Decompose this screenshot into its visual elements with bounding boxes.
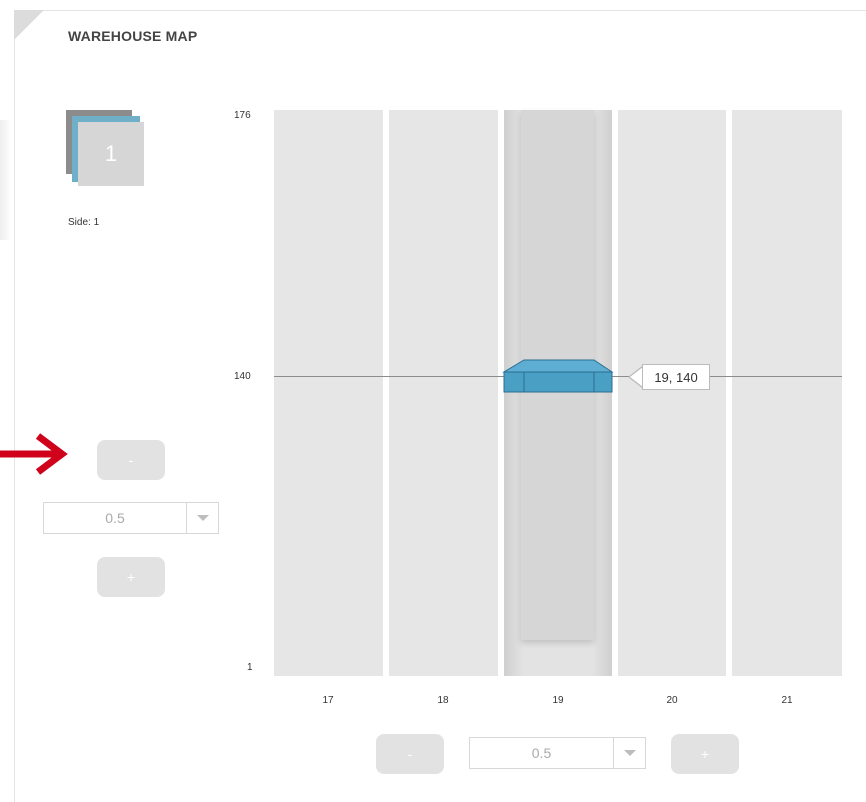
y-tick-label: 176: [234, 110, 251, 121]
left-zoom-plus-button[interactable]: +: [97, 557, 165, 597]
column-21[interactable]: [732, 110, 842, 676]
column-20[interactable]: [618, 110, 726, 676]
left-zoom-value: 0.5: [105, 510, 125, 526]
y-tick-label: 1: [247, 662, 253, 673]
bottom-zoom-value: 0.5: [531, 745, 552, 761]
bottom-zoom-select[interactable]: 0.5: [469, 737, 646, 769]
chevron-down-icon[interactable]: [613, 738, 645, 768]
y-tick-label: 140: [234, 371, 251, 382]
red-arrow-icon: [0, 433, 68, 475]
column-18[interactable]: [389, 110, 498, 676]
chevron-down-icon[interactable]: [186, 503, 218, 533]
left-zoom-minus-button[interactable]: -: [97, 440, 165, 480]
side-badge[interactable]: 1: [78, 122, 144, 186]
page-title: WAREHOUSE MAP: [68, 28, 198, 44]
side-label: Side: 1: [68, 217, 100, 228]
left-edge-shade: [0, 120, 12, 240]
x-tick-label: 20: [666, 695, 678, 706]
left-zoom-select[interactable]: 0.5: [43, 502, 219, 534]
x-tick-label: 17: [322, 695, 334, 706]
x-tick-label: 19: [552, 695, 564, 706]
x-tick-label: 18: [437, 695, 449, 706]
column-17[interactable]: [274, 110, 383, 676]
x-tick-label: 21: [781, 695, 793, 706]
bottom-zoom-plus-button[interactable]: +: [671, 734, 739, 774]
corner-fold: [14, 10, 44, 40]
side-selector[interactable]: 1: [66, 110, 146, 190]
selected-location-box[interactable]: [502, 358, 614, 396]
location-tooltip: 19, 140: [642, 364, 710, 390]
bottom-zoom-minus-button[interactable]: -: [376, 734, 444, 774]
